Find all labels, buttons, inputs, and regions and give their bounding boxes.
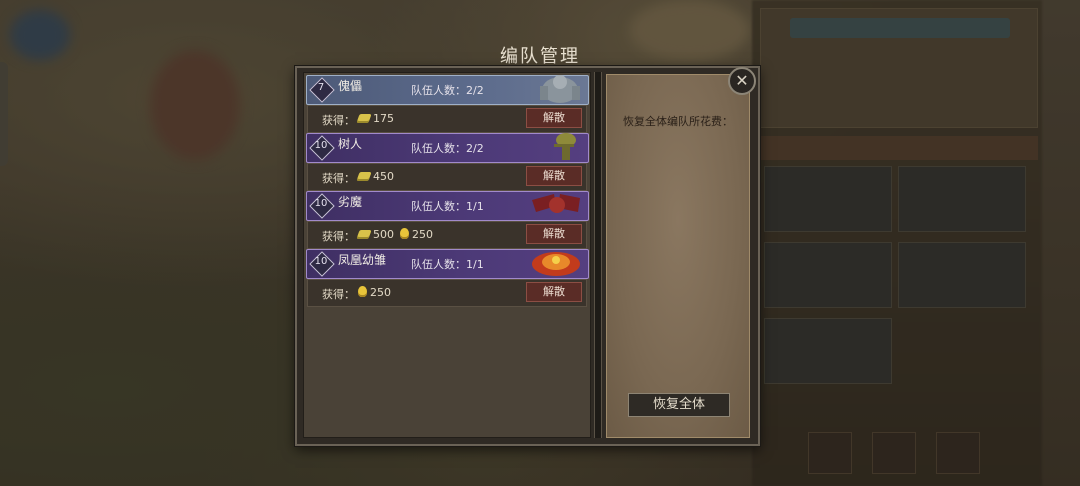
treant-portrait-icon	[554, 133, 576, 160]
imp-portrait-icon	[532, 194, 580, 213]
reward-amount: 250	[358, 286, 391, 299]
close-button[interactable]: ✕	[728, 67, 756, 95]
restore-cost-label: 恢复全体编队所花费：	[623, 115, 733, 128]
reward-amount: 450	[356, 170, 394, 183]
close-icon: ✕	[735, 71, 749, 90]
wood-icon	[356, 230, 372, 239]
reward-row: 获得： 250 解散	[307, 279, 587, 307]
phoenix-portrait-icon	[532, 252, 580, 276]
pane-divider	[594, 72, 602, 438]
reward-amount: 175	[356, 112, 394, 125]
reward-row: 获得： 450 解散	[307, 163, 587, 191]
team-level: 10	[314, 256, 328, 267]
disband-button[interactable]: 解散	[526, 282, 582, 302]
team-header[interactable]: 10 凤凰幼雏 队伍人数：1/1	[306, 249, 589, 279]
team-level: 10	[314, 140, 328, 151]
golem-portrait-icon	[540, 75, 580, 103]
reward-label: 获得：	[322, 114, 355, 127]
disband-button[interactable]: 解散	[526, 224, 582, 244]
wood-icon	[356, 114, 372, 123]
wood-icon	[356, 172, 372, 181]
team-header[interactable]: 10 劣魔 队伍人数：1/1	[306, 191, 589, 221]
team-count: 队伍人数：2/2	[411, 84, 484, 97]
team-count: 队伍人数：1/1	[411, 258, 484, 271]
reward-label: 获得：	[322, 288, 355, 301]
reward-amount: 500	[356, 228, 394, 241]
team-name: 傀儡	[338, 79, 363, 93]
reward-row: 获得： 500 250 解散	[307, 221, 587, 249]
team-count: 队伍人数：2/2	[411, 142, 484, 155]
restore-all-button[interactable]: 恢复全体	[628, 393, 730, 417]
restore-pane: 恢复全体编队所花费： 恢复全体	[606, 74, 750, 438]
gold-icon	[358, 286, 367, 297]
team-count: 队伍人数：1/1	[411, 200, 484, 213]
team-level: 7	[317, 82, 325, 93]
team-name: 树人	[338, 137, 363, 151]
dialog-title: 编队管理	[500, 46, 580, 67]
reward-row: 获得： 175 解散	[307, 105, 587, 133]
reward-label: 获得：	[322, 230, 355, 243]
team-header[interactable]: 7 傀儡 队伍人数：2/2	[306, 75, 589, 105]
disband-button[interactable]: 解散	[526, 108, 582, 128]
reward-amount: 250	[400, 228, 433, 241]
team-level: 10	[314, 198, 328, 209]
team-name: 凤凰幼雏	[338, 253, 387, 267]
gold-icon	[400, 228, 409, 239]
team-name: 劣魔	[338, 195, 363, 209]
team-header[interactable]: 10 树人 队伍人数：2/2	[306, 133, 589, 163]
reward-label: 获得：	[322, 172, 355, 185]
disband-button[interactable]: 解散	[526, 166, 582, 186]
